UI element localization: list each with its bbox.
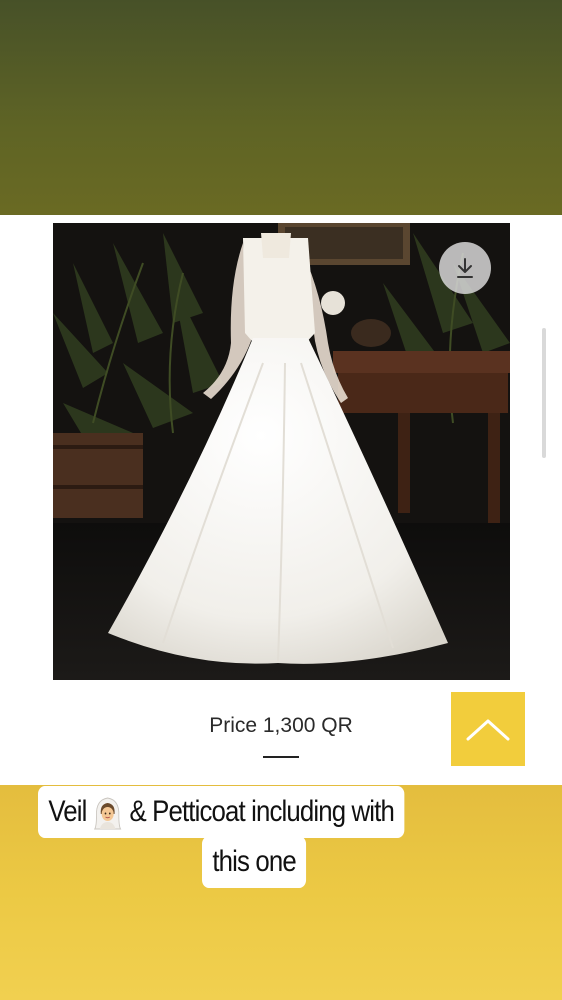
wedding-dress-illustration: [53, 223, 510, 680]
price-label: Price 1,300 QR: [209, 714, 353, 737]
chevron-up-icon: [466, 719, 510, 741]
product-image[interactable]: [53, 223, 510, 680]
scroll-to-top-button[interactable]: [451, 692, 525, 766]
download-icon: [457, 258, 473, 278]
top-background-band: [0, 0, 562, 215]
price-divider: [263, 756, 299, 758]
download-button[interactable]: [439, 242, 491, 294]
caption-petticoat-text: & Petticoat including with: [129, 795, 394, 828]
woman-with-veil-emoji: [93, 796, 122, 830]
caption-veil-text: Veil: [48, 795, 87, 828]
caption-line-2: this one: [202, 836, 307, 888]
caption-line-1: Veil & Petticoat including with: [38, 786, 405, 838]
scrollbar[interactable]: [542, 328, 546, 458]
